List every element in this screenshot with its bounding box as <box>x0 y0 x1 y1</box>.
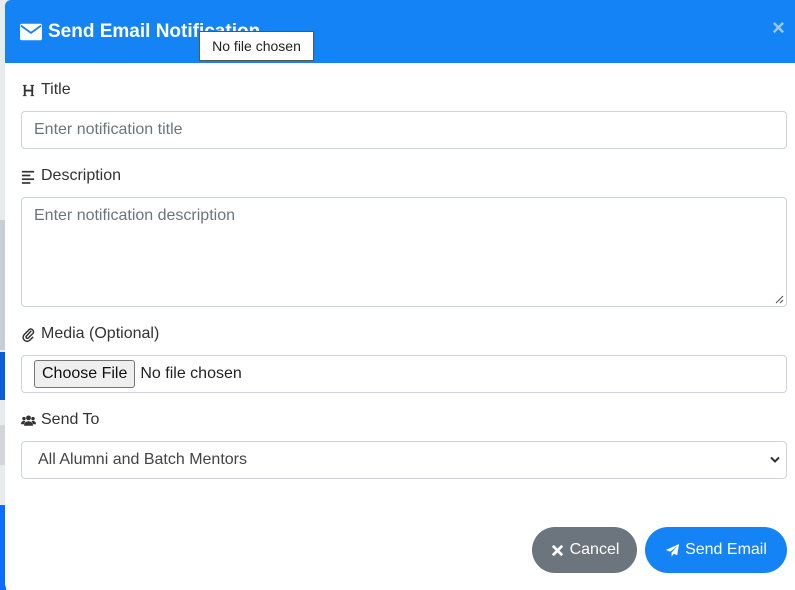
close-button[interactable]: × <box>772 17 785 39</box>
description-textarea[interactable]: Enter notification description <box>21 197 787 307</box>
modal-header: Send Email Notification × <box>5 0 795 63</box>
align-left-icon <box>21 170 35 184</box>
users-icon <box>21 414 36 426</box>
file-status: No file chosen <box>140 365 242 382</box>
choose-file-button[interactable]: Choose File <box>34 360 136 388</box>
close-icon <box>551 544 563 556</box>
send-email-button[interactable]: Send Email <box>645 527 787 573</box>
resize-grip-icon[interactable] <box>775 295 784 304</box>
title-input[interactable]: Enter notification title <box>21 111 787 149</box>
send-to-label: Send To <box>21 411 99 429</box>
envelope-icon <box>20 23 42 40</box>
file-input-tooltip: No file chosen <box>199 31 314 61</box>
send-to-selected: All Alumni and Batch Mentors <box>38 451 247 468</box>
description-label: Description <box>21 167 121 185</box>
cancel-button[interactable]: Cancel <box>532 527 637 573</box>
title-label: Title <box>21 81 71 99</box>
media-label: Media (Optional) <box>21 325 159 343</box>
send-email-modal: Send Email Notification × Title Enter no… <box>5 0 795 590</box>
send-to-select[interactable]: All Alumni and Batch Mentors <box>21 441 787 479</box>
media-file-input[interactable]: Choose File No file chosen <box>21 355 787 393</box>
description-placeholder: Enter notification description <box>34 207 235 224</box>
heading-icon <box>22 84 35 96</box>
paperclip-icon <box>22 327 35 342</box>
chevron-down-icon <box>770 456 780 463</box>
title-placeholder: Enter notification title <box>34 121 183 138</box>
paper-plane-icon <box>666 543 680 557</box>
